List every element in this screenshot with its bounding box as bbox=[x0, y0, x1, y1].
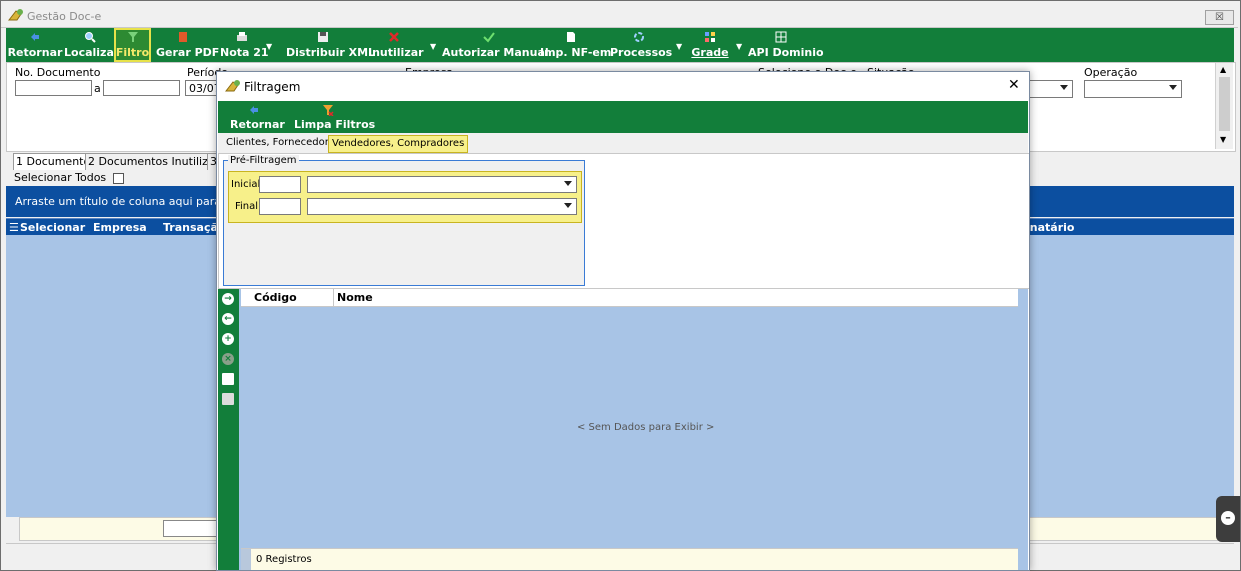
document-icon bbox=[567, 32, 575, 42]
grid-icon bbox=[705, 32, 715, 42]
dialog-grid-header: Código Nome bbox=[241, 289, 1018, 307]
filter-scrollbar[interactable]: ▲ ▼ bbox=[1215, 63, 1233, 149]
title-bar: Gestão Doc-e ☒ bbox=[1, 1, 1238, 28]
situacao-select[interactable] bbox=[1027, 80, 1073, 98]
retornar-button[interactable]: Retornar bbox=[6, 28, 64, 62]
delete-x-icon bbox=[389, 32, 399, 42]
operacao-select[interactable] bbox=[1084, 80, 1182, 98]
autorizar-manual-button[interactable]: Autorizar Manual bbox=[442, 28, 549, 62]
clear-filter-icon bbox=[323, 105, 334, 116]
collapse-icon: – bbox=[1221, 511, 1235, 525]
dialog-close-icon[interactable]: ✕ bbox=[1008, 77, 1020, 93]
toolbar: Retornar Localizar Filtro Gerar PDF Nota… bbox=[6, 28, 1234, 62]
col-codigo[interactable]: Código bbox=[254, 291, 297, 304]
select-all-checkbox[interactable] bbox=[112, 172, 124, 184]
empty-grid-message: < Sem Dados para Exibir > bbox=[577, 422, 715, 433]
move-right-icon[interactable]: → bbox=[222, 293, 234, 305]
inicial-code-input[interactable] bbox=[259, 176, 301, 193]
nota-21-dropdown-icon[interactable]: ▼ bbox=[266, 42, 272, 51]
dialog-tabs: Clientes, Fornecedores Vendedores, Compr… bbox=[218, 133, 1028, 153]
col-empresa[interactable]: Empresa bbox=[93, 221, 147, 234]
save-icon bbox=[318, 32, 328, 42]
tab-vendedores-compradores[interactable]: Vendedores, Compradores bbox=[328, 135, 469, 153]
dialog-grid: → ← + × Código Nome < Sem Dados para Exi… bbox=[218, 289, 1028, 570]
imp-nf-em-button[interactable]: Imp. NF-em bbox=[540, 28, 611, 62]
column-chooser-icon[interactable]: ☰ bbox=[9, 221, 19, 234]
select-all-label: Selecionar Todos bbox=[14, 171, 107, 184]
final-code-input[interactable] bbox=[259, 198, 301, 215]
col-nome[interactable]: Nome bbox=[337, 291, 373, 304]
column-divider bbox=[333, 289, 334, 306]
back-arrow-icon bbox=[31, 33, 39, 41]
filtragem-dialog: Filtragem ✕ Retornar Limpa Filtros Clien… bbox=[216, 71, 1030, 571]
filtro-button[interactable]: Filtro bbox=[114, 28, 151, 62]
new-document-icon[interactable] bbox=[222, 373, 234, 385]
pdf-icon bbox=[179, 32, 187, 42]
inicial-name-select[interactable] bbox=[307, 176, 577, 193]
remove-icon[interactable]: × bbox=[222, 353, 234, 365]
close-button[interactable]: ☒ bbox=[1205, 10, 1234, 25]
side-panel-handle[interactable]: – bbox=[1216, 496, 1240, 542]
dialog-title-bar: Filtragem ✕ bbox=[217, 72, 1029, 100]
app-title: Gestão Doc-e bbox=[27, 10, 102, 23]
inutilizar-button[interactable]: Inutilizar bbox=[368, 28, 424, 62]
scroll-up-icon[interactable]: ▲ bbox=[1220, 65, 1226, 74]
operacao-label: Operação bbox=[1084, 66, 1138, 79]
final-label: Final bbox=[235, 201, 259, 212]
grade-dropdown-icon[interactable]: ▼ bbox=[736, 42, 742, 51]
scroll-down-icon[interactable]: ▼ bbox=[1220, 135, 1226, 144]
tab-clientes-fornecedores[interactable]: Clientes, Fornecedores bbox=[223, 135, 343, 151]
processos-button[interactable]: Processos bbox=[610, 28, 672, 62]
move-left-icon[interactable]: ← bbox=[222, 313, 234, 325]
check-icon bbox=[483, 32, 495, 43]
printer-icon bbox=[237, 32, 247, 41]
range-a-label: a bbox=[94, 82, 101, 95]
inicial-label: Inicial bbox=[231, 179, 261, 190]
gerar-pdf-button[interactable]: Gerar PDF bbox=[156, 28, 219, 62]
prefilter-highlight: Inicial Final bbox=[228, 171, 582, 223]
final-name-select[interactable] bbox=[307, 198, 577, 215]
footer-indicator bbox=[241, 549, 251, 570]
dialog-app-icon bbox=[225, 80, 240, 92]
filter-icon bbox=[127, 32, 138, 42]
processos-dropdown-icon[interactable]: ▼ bbox=[676, 42, 682, 51]
col-destinatario[interactable]: inatário bbox=[1026, 221, 1074, 234]
scroll-thumb[interactable] bbox=[1219, 77, 1230, 131]
localizar-button[interactable]: Localizar bbox=[64, 28, 119, 62]
no-documento-end-input[interactable] bbox=[103, 80, 180, 96]
inutilizar-dropdown-icon[interactable]: ▼ bbox=[430, 42, 436, 51]
col-selecionar[interactable]: Selecionar bbox=[20, 221, 85, 234]
limpa-filtros-button[interactable]: Limpa Filtros bbox=[294, 101, 375, 133]
app-icon bbox=[8, 9, 23, 21]
api-dominio-button[interactable]: API Dominio bbox=[748, 28, 824, 62]
api-grid-icon bbox=[775, 31, 787, 43]
grade-button[interactable]: Grade bbox=[690, 28, 730, 62]
no-documento-label: No. Documento bbox=[15, 66, 101, 79]
distribuir-xml-button[interactable]: Distribuir XML bbox=[286, 28, 375, 62]
dialog-toolbar: Retornar Limpa Filtros bbox=[218, 101, 1028, 133]
dialog-title: Filtragem bbox=[244, 80, 301, 94]
dialog-retornar-button[interactable]: Retornar bbox=[230, 101, 285, 133]
dialog-side-actions: → ← + × bbox=[218, 289, 239, 570]
back-arrow-icon bbox=[250, 106, 258, 114]
records-count: 0 Registros bbox=[256, 554, 312, 565]
dialog-filter-panel: Pré-Filtragem Inicial Final bbox=[218, 153, 1029, 289]
dialog-grid-footer: 0 Registros bbox=[241, 548, 1018, 570]
add-icon[interactable]: + bbox=[222, 333, 234, 345]
select-all[interactable]: Selecionar Todos bbox=[14, 171, 124, 184]
search-icon bbox=[85, 32, 96, 43]
prefilter-title: Pré-Filtragem bbox=[228, 155, 299, 166]
no-documento-start-input[interactable] bbox=[15, 80, 92, 96]
prefilter-group: Pré-Filtragem Inicial Final bbox=[223, 155, 585, 286]
save-icon[interactable] bbox=[222, 393, 234, 405]
nota-21-button[interactable]: Nota 21 bbox=[220, 28, 269, 62]
refresh-icon bbox=[634, 32, 644, 42]
